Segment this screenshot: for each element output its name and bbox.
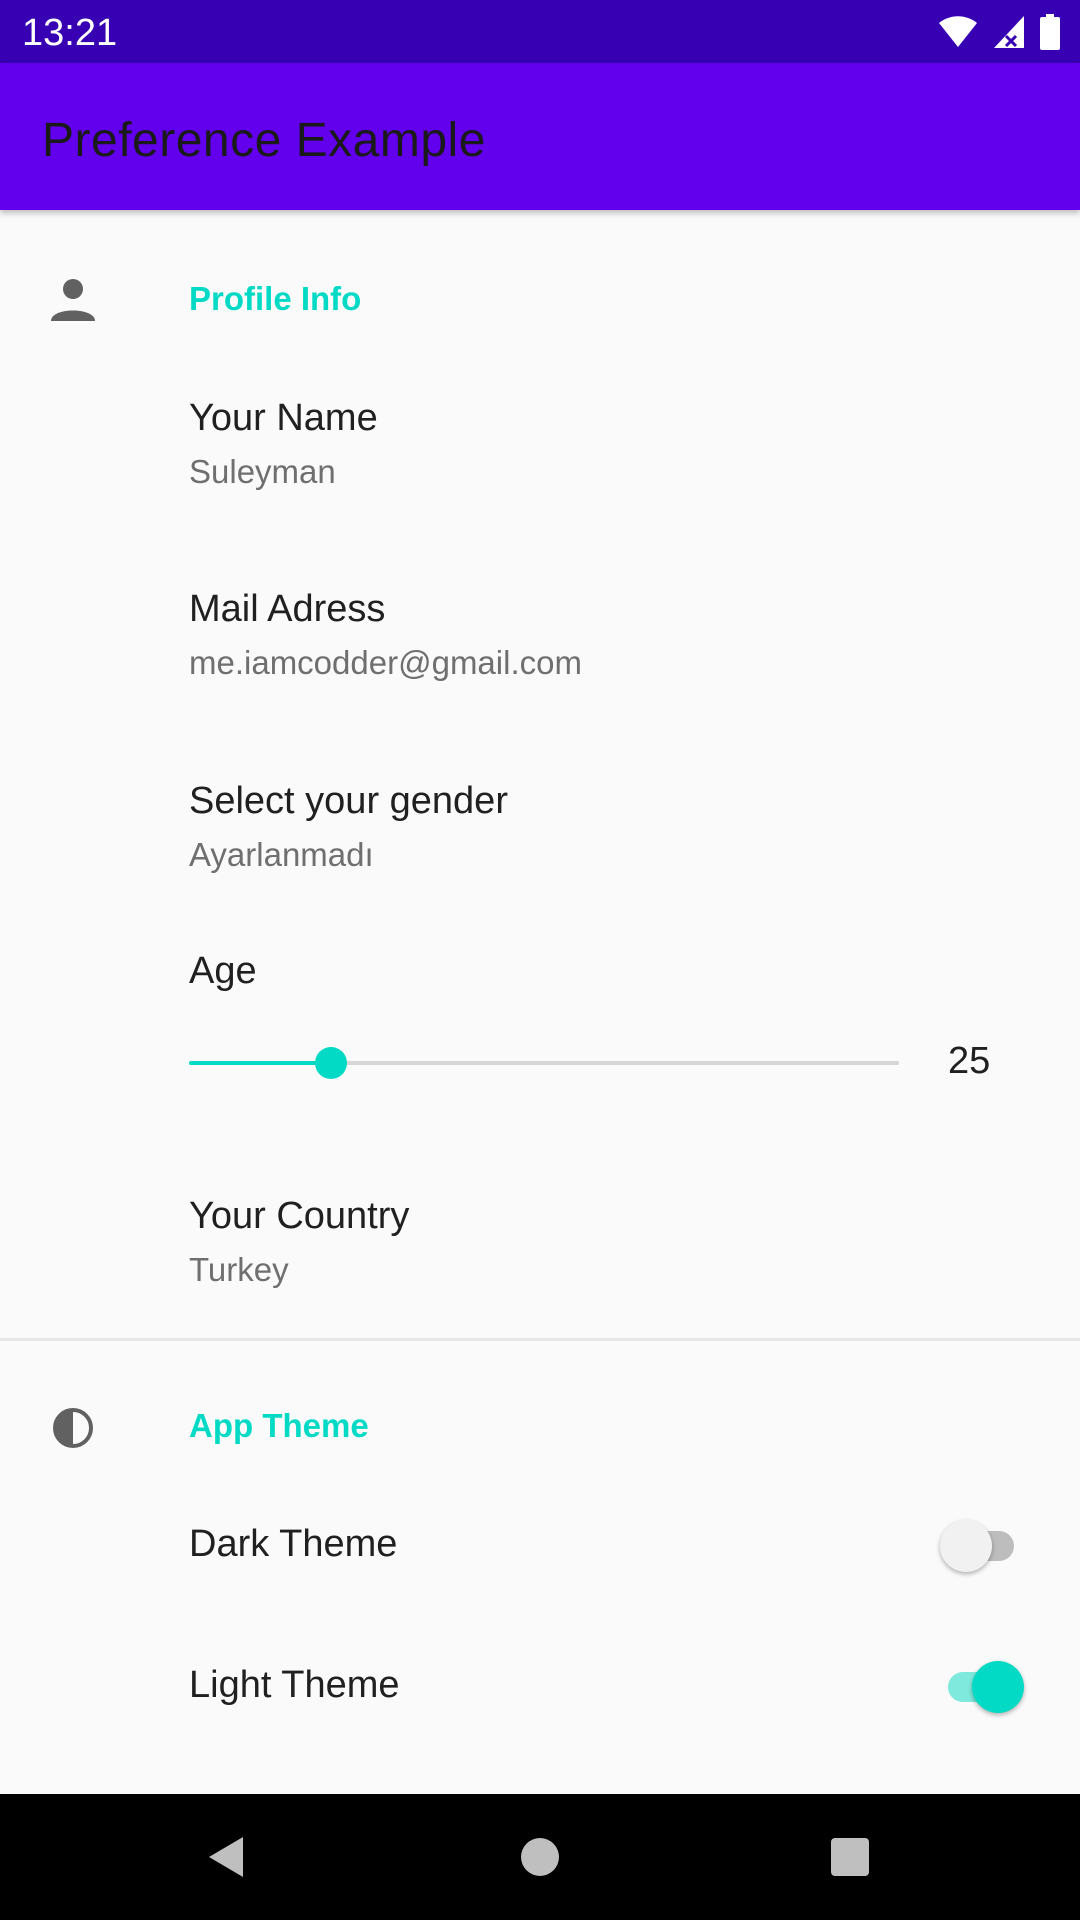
preference-title: Your Country (189, 1195, 410, 1237)
category-divider (0, 1338, 1080, 1341)
recents-icon (831, 1838, 869, 1876)
category-title-app-theme: App Theme (189, 1407, 369, 1444)
status-icons (938, 12, 1060, 52)
preference-title: Your Name (189, 397, 378, 439)
seekbar-thumb[interactable] (315, 1047, 347, 1079)
preference-title: Light Theme (189, 1664, 400, 1706)
age-seekbar[interactable] (189, 1047, 899, 1079)
preference-list: Profile Info Your Name Suleyman Mail Adr… (0, 210, 1080, 1794)
home-icon (521, 1838, 559, 1876)
recents-button[interactable] (820, 1827, 880, 1887)
status-bar: 13:21 (0, 0, 1080, 63)
light-theme-switch[interactable] (942, 1657, 1026, 1717)
preference-summary: Turkey (189, 1251, 289, 1288)
app-title: Preference Example (42, 114, 486, 167)
navigation-bar (0, 1794, 1080, 1920)
app-bar: Preference Example (0, 63, 1080, 210)
preference-summary: me.iamcodder@gmail.com (189, 644, 582, 681)
preference-summary: Suleyman (189, 453, 336, 490)
age-value: 25 (948, 1040, 991, 1082)
preference-title: Dark Theme (189, 1523, 398, 1565)
preference-title: Age (189, 950, 257, 992)
back-button[interactable] (195, 1827, 255, 1887)
battery-icon (1040, 14, 1060, 50)
preference-title: Mail Adress (189, 588, 386, 630)
seekbar-progress (189, 1061, 331, 1065)
cellular-signal-icon (994, 16, 1024, 48)
preference-title: Select your gender (189, 780, 508, 822)
switch-thumb (940, 1520, 992, 1572)
status-time: 13:21 (22, 12, 118, 54)
wifi-icon (939, 16, 977, 47)
contrast-icon (53, 1408, 93, 1448)
back-icon (209, 1837, 243, 1877)
dark-theme-switch[interactable] (940, 1516, 1026, 1576)
category-title-profile-info: Profile Info (189, 280, 362, 317)
person-icon (51, 279, 95, 321)
preference-summary: Ayarlanmadı (189, 836, 374, 873)
home-button[interactable] (510, 1827, 570, 1887)
switch-thumb (972, 1661, 1024, 1713)
